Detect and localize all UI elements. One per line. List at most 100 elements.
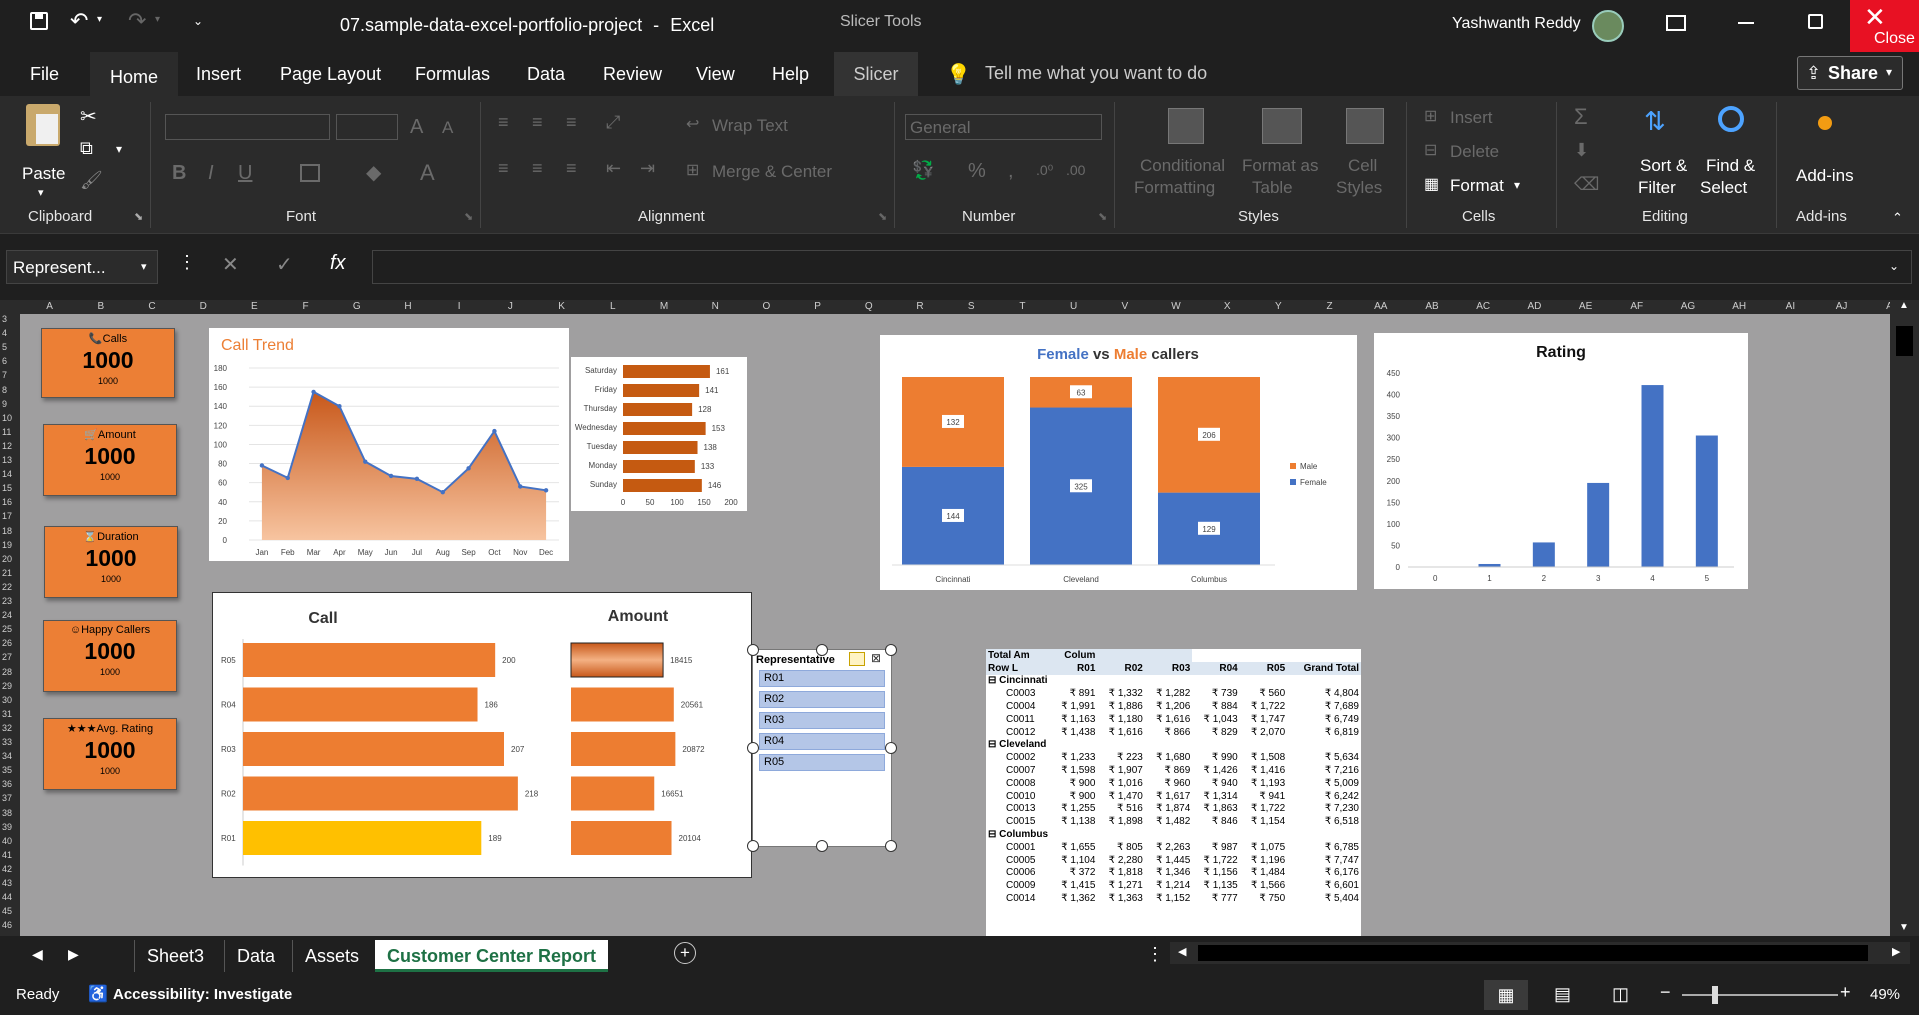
table-cell[interactable]: ₹ 1,016 [1097, 777, 1144, 790]
wrap-text-button[interactable]: Wrap Text [712, 116, 788, 136]
shrink-font-icon[interactable]: A [442, 118, 453, 138]
slicer-item-r03[interactable]: R03 [759, 712, 885, 729]
table-row[interactable]: C0012 ₹ 1,438 ₹ 1,616 ₹ 866 ₹ 829 ₹ 2,070 ₹ 6,… [986, 726, 1361, 739]
table-row[interactable]: C0015 ₹ 1,138 ₹ 1,898 ₹ 1,482 ₹ 846 ₹ 1,154 ₹ … [986, 815, 1361, 828]
table-cell[interactable]: Row L [986, 662, 1050, 675]
table-cell[interactable]: C0006 [986, 867, 1050, 880]
row-header[interactable]: 8 [2, 385, 7, 395]
row-header[interactable]: 46 [2, 920, 12, 930]
column-header[interactable]: E [229, 301, 280, 312]
table-cell[interactable]: ₹ 750 [1240, 892, 1287, 905]
row-header[interactable]: 21 [2, 568, 12, 578]
cell-styles-button[interactable]: Cell Styles [1336, 104, 1396, 204]
table-cell[interactable]: ₹ 1,154 [1240, 815, 1287, 828]
borders-icon[interactable] [300, 164, 320, 182]
more-icon[interactable]: ⋮ [178, 252, 196, 273]
table-cell[interactable]: ₹ 1,426 [1192, 764, 1239, 777]
table-cell[interactable] [1097, 649, 1144, 662]
table-cell[interactable]: ₹ 1,722 [1192, 854, 1239, 867]
table-cell[interactable]: ₹ 1,135 [1192, 879, 1239, 892]
column-header[interactable]: X [1202, 301, 1253, 312]
table-cell[interactable]: ₹ 1,445 [1145, 854, 1192, 867]
row-header[interactable]: 13 [2, 455, 12, 465]
table-cell[interactable]: ₹ 1,482 [1145, 815, 1192, 828]
pivot-group-row[interactable]: ⊟ Cincinnati [986, 675, 1361, 688]
table-cell[interactable]: ₹ 1,863 [1192, 803, 1239, 816]
table-cell[interactable]: ₹ 1,043 [1192, 713, 1239, 726]
table-cell[interactable]: ₹ 6,819 [1287, 726, 1361, 739]
format-as-table-button[interactable]: Format as Table [1242, 104, 1322, 204]
table-cell[interactable]: ₹ 805 [1097, 841, 1144, 854]
table-cell[interactable]: ₹ 1,991 [1050, 700, 1097, 713]
row-header[interactable]: 33 [2, 737, 12, 747]
undo-icon[interactable]: ↶ [70, 8, 88, 34]
table-cell[interactable]: ₹ 6,601 [1287, 879, 1361, 892]
align-top-icon[interactable]: ≡ [498, 112, 509, 133]
table-cell[interactable]: C0008 [986, 777, 1050, 790]
row-header[interactable]: 44 [2, 892, 12, 902]
table-cell[interactable]: ₹ 1,655 [1050, 841, 1097, 854]
format-painter-icon[interactable]: 🖌 [80, 170, 103, 191]
table-row[interactable]: C0005 ₹ 1,104 ₹ 2,280 ₹ 1,445 ₹ 1,722 ₹ 1,196… [986, 854, 1361, 867]
menu-formulas[interactable]: Formulas [403, 52, 502, 96]
percent-icon[interactable]: % [968, 160, 986, 183]
column-header[interactable]: S [946, 301, 997, 312]
delete-cells-button[interactable]: Delete [1450, 142, 1499, 162]
column-header[interactable]: N [690, 301, 741, 312]
table-cell[interactable]: ₹ 1,206 [1145, 700, 1192, 713]
more-icon[interactable]: ⋮ [1146, 944, 1164, 965]
menu-view[interactable]: View [684, 52, 747, 96]
row-header[interactable]: 10 [2, 413, 12, 423]
column-header[interactable]: Y [1253, 301, 1304, 312]
row-header[interactable]: 9 [2, 399, 7, 409]
table-cell[interactable]: ⊟ Cincinnati [986, 675, 1361, 688]
align-bottom-icon[interactable]: ≡ [566, 112, 577, 133]
kpi-card-amount[interactable]: 🛒Amount 1000 1000 [43, 424, 177, 496]
table-cell[interactable]: ₹ 1,196 [1240, 854, 1287, 867]
resize-handle[interactable] [747, 644, 759, 656]
column-header[interactable]: M [638, 301, 689, 312]
table-cell[interactable]: C0011 [986, 713, 1050, 726]
resize-handle[interactable] [885, 840, 897, 852]
menu-data[interactable]: Data [515, 52, 577, 96]
autosum-icon[interactable]: Σ [1574, 104, 1588, 130]
dialog-launcher-icon[interactable]: ⬊ [134, 210, 143, 223]
row-header[interactable]: 26 [2, 638, 12, 648]
column-header[interactable]: L [587, 301, 638, 312]
table-cell[interactable]: C0001 [986, 841, 1050, 854]
menu-page-layout[interactable]: Page Layout [268, 52, 393, 96]
collapse-ribbon-icon[interactable]: ⌃ [1892, 210, 1903, 226]
table-cell[interactable]: ₹ 987 [1192, 841, 1239, 854]
table-cell[interactable]: ₹ 1,722 [1240, 803, 1287, 816]
kpi-card-calls[interactable]: 📞Calls 1000 1000 [41, 328, 175, 398]
table-cell[interactable]: ₹ 372 [1050, 867, 1097, 880]
increase-decimal-icon[interactable]: .0⁰ [1036, 162, 1053, 179]
merge-center-button[interactable]: Merge & Center [712, 162, 832, 182]
table-row[interactable]: C0014 ₹ 1,362 ₹ 1,363 ₹ 1,152 ₹ 777 ₹ 750 ₹ 5,… [986, 892, 1361, 905]
table-cell[interactable]: ₹ 1,314 [1192, 790, 1239, 803]
slicer-item-r04[interactable]: R04 [759, 733, 885, 750]
table-cell[interactable]: ₹ 1,907 [1097, 764, 1144, 777]
column-header[interactable]: O [741, 301, 792, 312]
align-middle-icon[interactable]: ≡ [532, 112, 543, 133]
column-header[interactable]: H [382, 301, 433, 312]
conditional-formatting-button[interactable]: Conditional Formatting [1130, 104, 1238, 204]
column-header[interactable]: Z [1304, 301, 1355, 312]
table-cell[interactable]: Colum [1050, 649, 1097, 662]
row-header[interactable]: 24 [2, 610, 12, 620]
tab-sheet3[interactable]: Sheet3 [134, 940, 216, 972]
table-cell[interactable]: ₹ 1,180 [1097, 713, 1144, 726]
scroll-right-icon[interactable]: ▶ [1892, 945, 1900, 958]
table-cell[interactable]: ₹ 4,804 [1287, 687, 1361, 700]
insert-function-icon[interactable]: fx [330, 252, 346, 275]
minimize-icon[interactable] [1738, 22, 1754, 24]
scroll-thumb[interactable] [1896, 326, 1913, 356]
gender-callers-chart[interactable]: Female vs Male callers 144 132 Cincinnati 32… [880, 335, 1357, 590]
representative-slicer[interactable]: Representative ⊠ R01 R02 R03 R04 R05 [747, 644, 897, 852]
table-cell[interactable]: ₹ 1,152 [1145, 892, 1192, 905]
table-row[interactable]: C0007 ₹ 1,598 ₹ 1,907 ₹ 869 ₹ 1,426 ₹ 1,416 ₹ … [986, 764, 1361, 777]
table-cell[interactable]: ₹ 1,598 [1050, 764, 1097, 777]
font-name-box[interactable] [165, 114, 330, 140]
merge-icon[interactable]: ⊞ [686, 160, 699, 180]
multi-select-icon[interactable] [849, 652, 865, 666]
